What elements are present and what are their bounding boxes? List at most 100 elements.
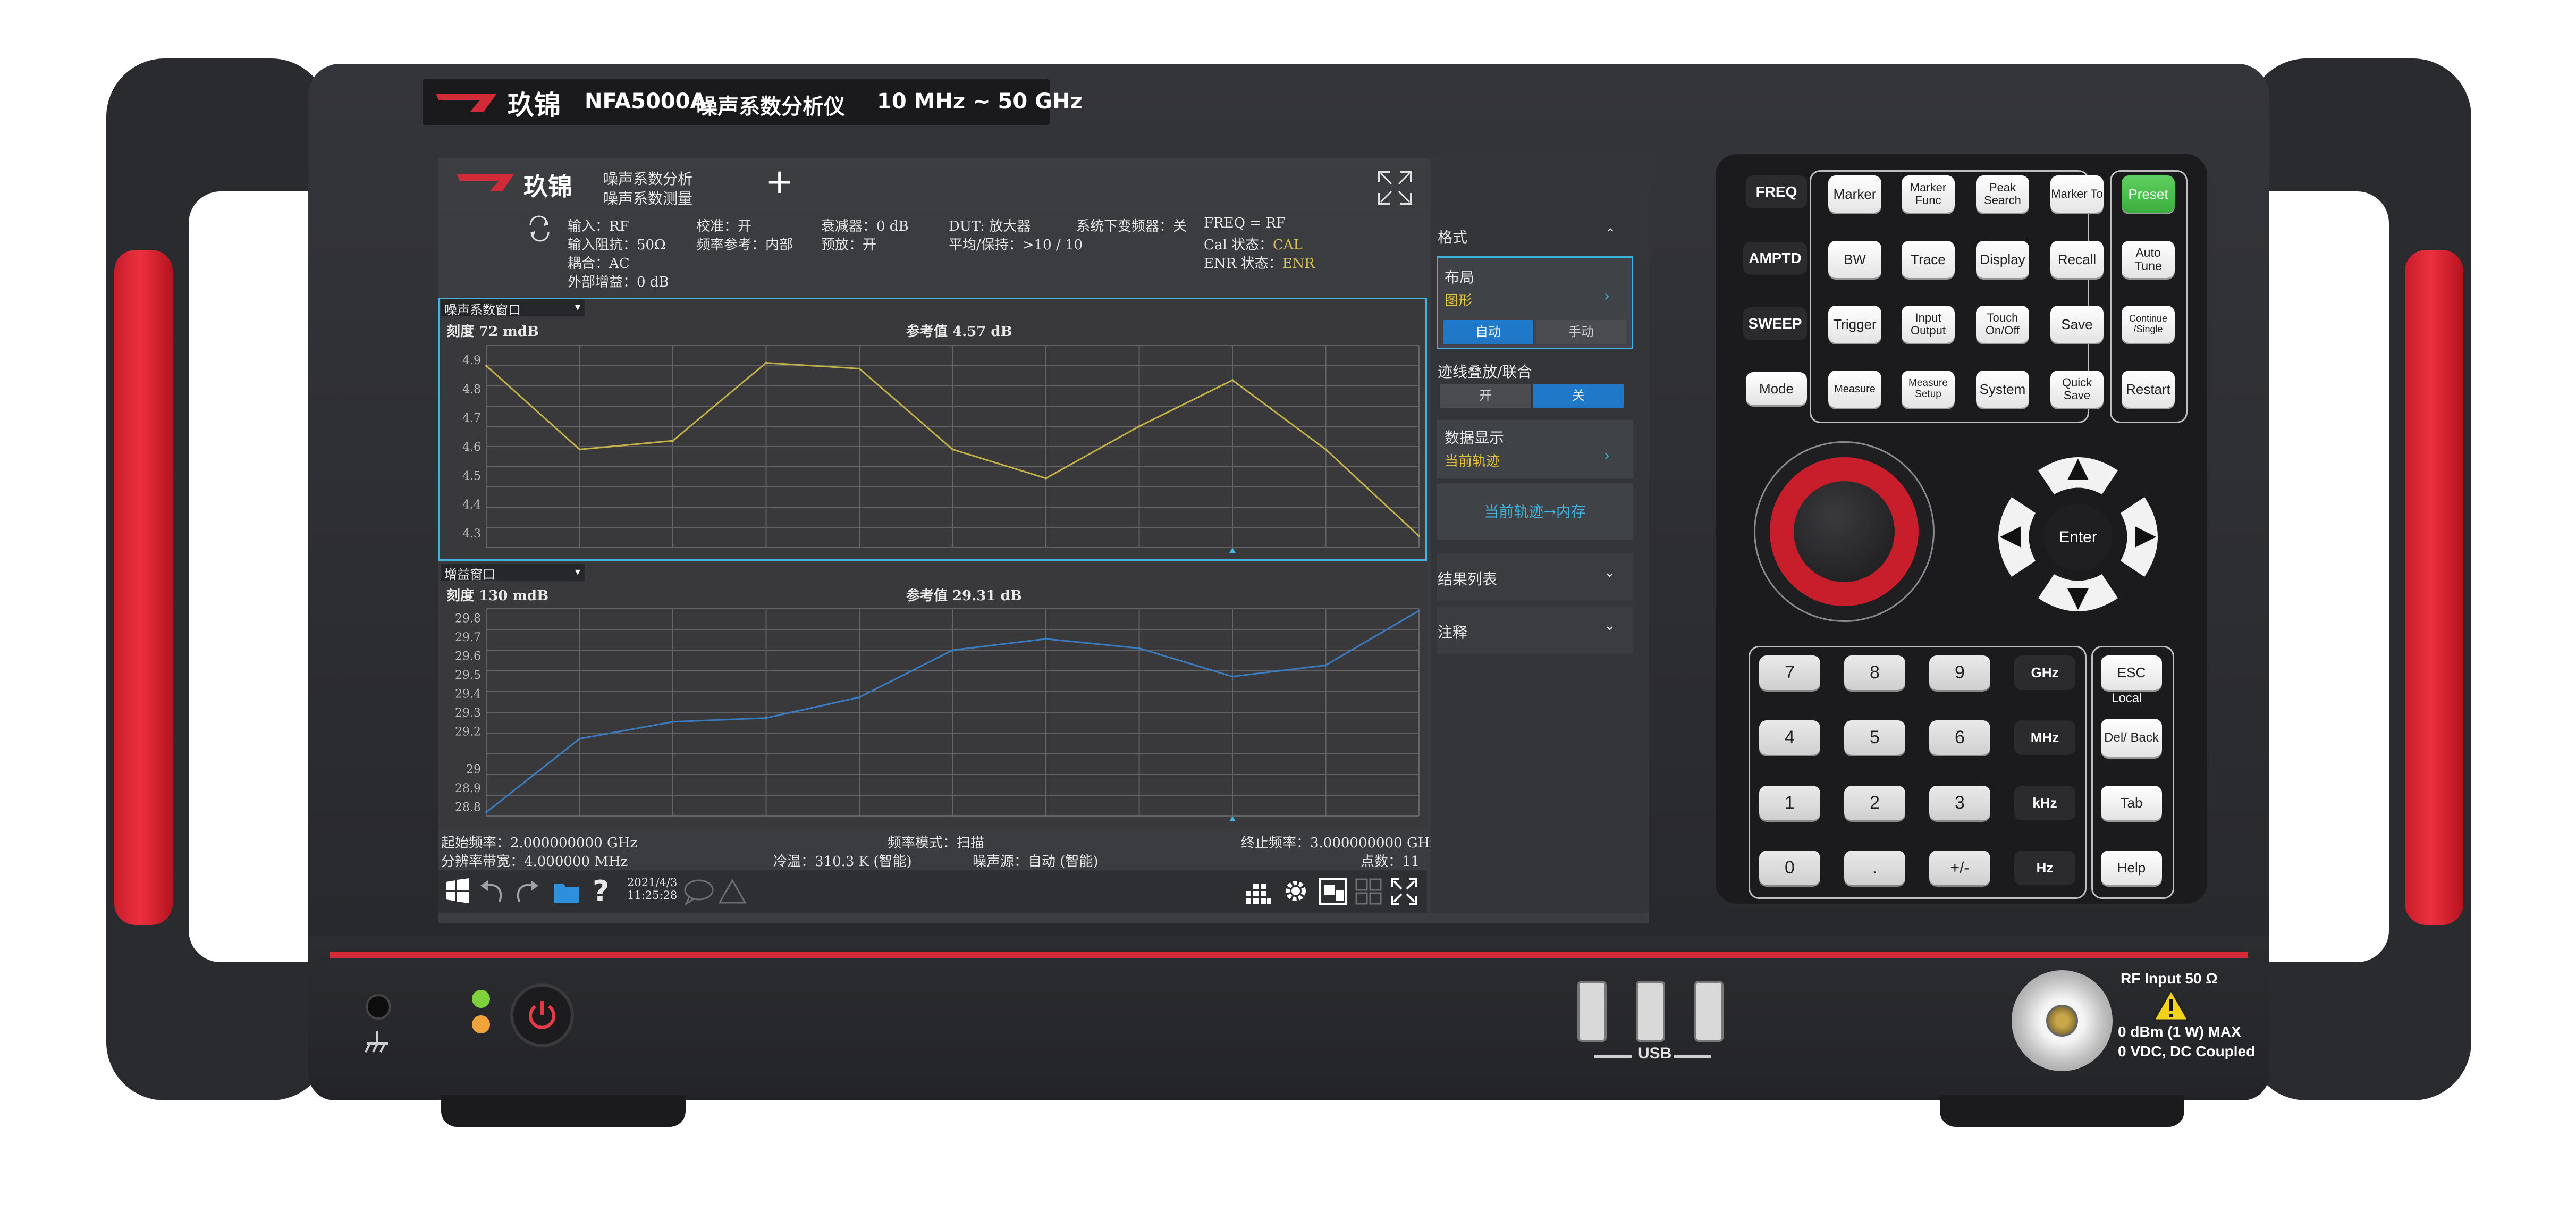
headphone-jack[interactable] [366,994,391,1020]
layout-auto-button[interactable]: 自动 [1443,320,1533,344]
usb-port-1[interactable] [1577,981,1607,1042]
key-5[interactable]: 5 [1844,720,1905,755]
add-tab-button[interactable]: + [765,162,794,201]
marker-func-key[interactable]: Marker Func [1902,175,1955,213]
recall-key[interactable]: Recall [2050,241,2104,278]
enter-key[interactable]: Enter [2043,504,2113,570]
format-collapse-icon[interactable]: ⌃ [1605,226,1616,241]
key-plus-minus[interactable]: +/- [1929,851,1990,885]
noise-figure-tick-label: 4.8 [462,383,481,396]
khz-key[interactable]: kHz [2014,786,2075,820]
folder-icon[interactable] [553,878,580,905]
usb-line-left [1594,1055,1632,1058]
trace-to-memory-button[interactable]: 当前轨迹→内存 [1437,484,1633,540]
help-key[interactable]: Help [2101,851,2162,885]
data-display-label: 数据显示 [1445,429,1505,447]
noise-figure-data-point [858,367,860,370]
result-list-expand-icon[interactable]: ⌄ [1604,565,1616,581]
save-key[interactable]: Save [2050,306,2104,343]
power-icon[interactable] [523,997,561,1034]
rotary-knob-cap[interactable] [1794,481,1895,582]
rf-input-center[interactable] [2046,1005,2078,1037]
overlay-off-button[interactable]: 关 [1533,384,1624,408]
cold-temperature[interactable]: 冷温：310.3 K (智能) [773,851,912,870]
arrow-up-key[interactable] [2033,449,2123,497]
noise-source[interactable]: 噪声源：自动 (智能) [973,851,1099,870]
bw-key[interactable]: BW [1828,241,1881,278]
measure-setup-key[interactable]: Measure Setup [1902,371,1955,408]
trace-key[interactable]: Trace [1902,241,1955,278]
restart-key[interactable]: Restart [2122,371,2175,408]
measure-key[interactable]: Measure [1828,371,1881,408]
overlay-on-button[interactable]: 开 [1440,384,1531,408]
ghz-key[interactable]: GHz [2014,655,2075,690]
key-9[interactable]: 9 [1929,655,1990,690]
usb-port-3[interactable] [1694,981,1724,1042]
hz-key[interactable]: Hz [2014,851,2075,885]
redo-icon[interactable] [513,878,540,905]
grid-dots-icon[interactable] [1244,877,1273,906]
layout-label: 布局 [1445,268,1475,286]
triangle-marker-icon[interactable] [717,878,747,905]
continue-single-key[interactable]: Continue /Single [2122,306,2175,343]
notes-label: 注释 [1438,624,1468,641]
bottom-strip [308,946,2269,1100]
key-6[interactable]: 6 [1929,720,1990,755]
system-key[interactable]: System [1976,371,2029,408]
gain-chart[interactable]: 29.8 29.7 29.6 29.5 29.4 29.3 29.2 29 28.9 28.8 [455,603,1424,827]
noise-figure-data-point [1045,477,1047,480]
freq-key[interactable]: FREQ [1746,175,1807,208]
touch-key[interactable]: Touch On/Off [1976,306,2029,343]
frequency-mode[interactable]: 频率模式：扫描 [888,832,984,852]
notes-expand-icon[interactable]: ⌄ [1604,618,1616,634]
trigger-key[interactable]: Trigger [1828,306,1881,343]
screen-capture-icon[interactable] [1318,877,1348,906]
quick-save-key[interactable]: Quick Save [2050,371,2104,408]
help-icon[interactable]: ? [593,874,609,908]
key-0[interactable]: 0 [1759,851,1820,885]
display-key[interactable]: Display [1976,241,2029,278]
window1-selector[interactable]: 噪声系数窗口 ▾ [441,299,585,317]
auto-tune-key[interactable]: Auto Tune [2122,241,2175,278]
stop-frequency[interactable]: 终止频率：3.000000000 GHz [1241,832,1437,852]
setting-downconverter: 系统下变频器：关 [1076,218,1187,234]
format-header[interactable]: 格式 [1438,226,1467,247]
key-2[interactable]: 2 [1844,786,1905,820]
mhz-key[interactable]: MHz [2014,720,2075,755]
peak-search-key[interactable]: Peak Search [1976,175,2029,213]
annotation-bubble-icon[interactable] [683,878,715,905]
key-1[interactable]: 1 [1759,786,1820,820]
windows-start-icon[interactable] [444,877,471,905]
marker-key[interactable]: Marker [1828,175,1881,213]
multi-window-icon[interactable] [1354,877,1383,906]
start-frequency[interactable]: 起始频率：2.000000000 GHz [441,832,637,852]
resolution-bandwidth[interactable]: 分辨率带宽：4.000000 MHz [441,851,628,870]
key-dot[interactable]: . [1844,851,1905,885]
input-output-key[interactable]: Input Output [1902,306,1955,343]
key-4[interactable]: 4 [1759,720,1820,755]
arrow-right-key[interactable] [2118,492,2166,582]
marker-to-key[interactable]: Marker To [2050,175,2104,213]
fullscreen-icon[interactable] [1376,169,1414,206]
key-7[interactable]: 7 [1759,655,1820,690]
esc-key[interactable]: ESC [2101,655,2162,690]
arrow-left-key[interactable] [1990,492,2038,582]
del-back-key[interactable]: Del/ Back [2101,719,2162,757]
usb-port-2[interactable] [1636,981,1665,1042]
refresh-icon[interactable] [526,215,553,242]
undo-icon[interactable] [478,878,506,905]
sweep-key[interactable]: SWEEP [1743,307,1807,340]
preset-key[interactable]: Preset [2122,175,2175,213]
mode-key[interactable]: Mode [1746,372,1807,405]
tab-key[interactable]: Tab [2101,786,2162,820]
expand-icon[interactable] [1390,877,1418,906]
key-3[interactable]: 3 [1929,786,1990,820]
point-count[interactable]: 点数：11 [1361,851,1420,870]
settings-gear-icon[interactable] [1281,876,1311,906]
layout-manual-button[interactable]: 手动 [1536,320,1626,344]
arrow-down-key[interactable] [2033,571,2123,619]
key-8[interactable]: 8 [1844,655,1905,690]
window2-selector[interactable]: 增益窗口 ▾ [441,564,585,582]
amptd-key[interactable]: AMPTD [1743,242,1807,275]
noise-figure-chart[interactable]: 4.9 4.8 4.7 4.6 4.5 4.4 4.3 [462,340,1424,558]
